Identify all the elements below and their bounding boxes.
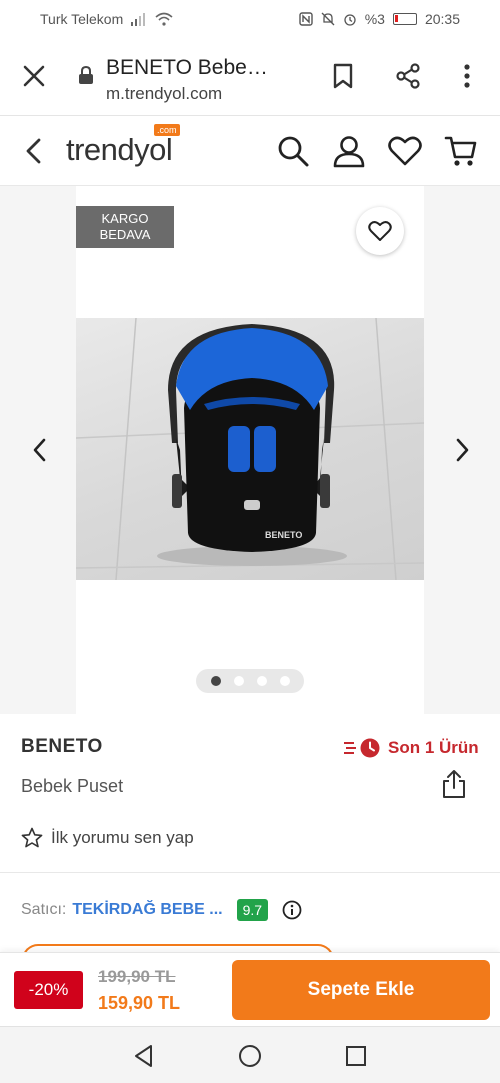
share-icon[interactable] [394,62,422,90]
wifi-icon [155,12,173,26]
nav-recents-icon[interactable] [343,1043,369,1069]
nav-back-icon[interactable] [131,1043,157,1069]
product-name: Bebek Puset [21,776,124,796]
carrier-name: Turk Telekom [40,11,124,27]
product-brand[interactable]: BENETO [21,736,103,758]
cart-icon[interactable] [444,134,478,168]
low-stock-clock-icon [344,738,380,758]
badge-line-1: KARGO [101,211,149,226]
back-arrow-icon[interactable] [20,136,48,166]
status-bar-left: Turk Telekom [40,11,173,27]
alarm-icon [344,14,356,26]
user-icon[interactable] [332,134,366,168]
baby-car-seat-image [76,318,424,580]
purchase-bar: -20% 199,90 TL 159,90 TL Sepete Ekle [0,952,500,1026]
nfc-icon [299,12,313,26]
page-title: BENETO Bebe… [106,56,268,79]
star-outline-icon [21,827,43,848]
close-icon[interactable] [20,62,48,90]
previous-image-icon[interactable] [28,434,52,466]
search-icon[interactable] [276,134,310,168]
signal-icon [131,13,146,26]
badge-line-2: BEDAVA [99,227,151,242]
mute-icon [321,12,335,26]
logo-com-badge: .com [154,124,180,136]
pagination-dot[interactable] [210,676,221,686]
review-prompt-text: İlk yorumu sen yap [51,828,194,847]
seller-score-badge: 9.7 [236,899,269,921]
heart-outline-icon [368,221,392,241]
status-bar-right: %3 20:35 [299,11,460,27]
gallery-pagination[interactable] [196,669,304,693]
nav-home-icon[interactable] [237,1043,263,1069]
stock-text: Son 1 Ürün [388,738,479,757]
seller-label: Satıcı: [21,901,67,918]
pagination-dot[interactable] [256,676,267,686]
stock-warning: Son 1 Ürün [344,737,479,759]
pagination-dot[interactable] [279,676,290,686]
clock: 20:35 [424,11,460,27]
pagination-dot[interactable] [233,676,244,686]
more-options-icon[interactable] [455,62,479,90]
current-price: 159,90 TL [98,993,181,1013]
next-image-icon[interactable] [450,434,474,466]
discount-badge: -20% [14,971,83,1009]
review-prompt[interactable]: İlk yorumu sen yap [21,827,194,849]
browser-toolbar: BENETO Bebe… m.trendyol.com [0,38,500,116]
free-shipping-badge: KARGO BEDAVA [76,206,174,248]
favorites-heart-icon[interactable] [388,134,422,168]
status-bar: Turk Telekom %3 20:35 [0,0,500,38]
section-divider [0,872,500,873]
product-image-brand-text: BENETO [265,530,303,540]
add-to-cart-button[interactable]: Sepete Ekle [232,960,490,1020]
add-to-favorites-button[interactable] [356,207,404,255]
product-image[interactable]: BENETO [76,318,424,580]
old-price: 199,90 TL [98,967,176,986]
bookmark-icon[interactable] [330,62,356,90]
site-header: trendyol .com [0,116,500,186]
info-icon[interactable] [282,900,302,920]
url-text[interactable]: m.trendyol.com [106,84,222,104]
seller-name-link[interactable]: TEKİRDAĞ BEBE ... [72,901,222,919]
android-nav-bar [0,1026,500,1083]
seller-info: Satıcı: TEKİRDAĞ BEBE ... 9.7 [21,899,302,921]
share-product-icon[interactable] [440,768,468,800]
battery-icon [392,13,417,25]
lock-icon [79,66,93,84]
product-gallery: KARGO BEDAVA BENETO [0,186,500,714]
trendyol-logo[interactable]: trendyol [66,132,173,168]
battery-percent: %3 [364,11,385,27]
